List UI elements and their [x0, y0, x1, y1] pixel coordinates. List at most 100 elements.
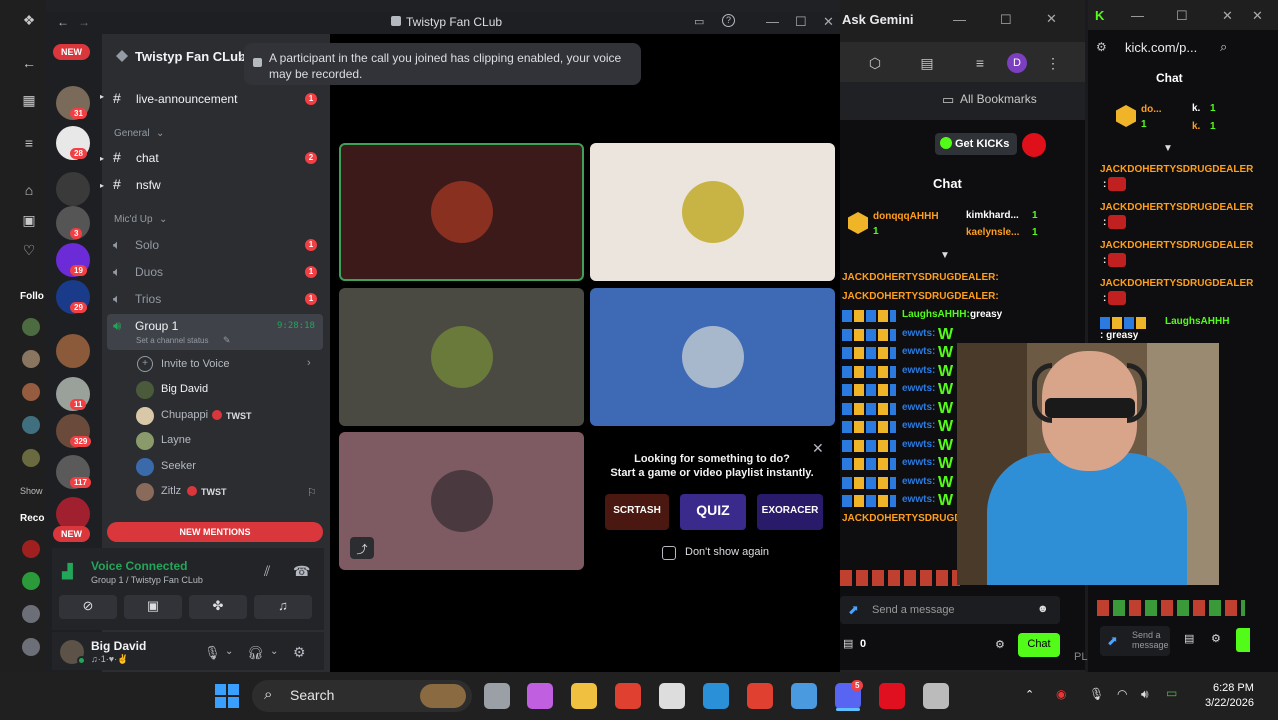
follow-avatar[interactable]	[22, 416, 40, 434]
chat-username[interactable]: ewwts:	[902, 402, 935, 413]
heart-icon[interactable]: ♡	[14, 242, 44, 259]
participant-tile[interactable]	[590, 288, 835, 426]
emoji-icon[interactable]: ☻	[1037, 603, 1049, 615]
kicks-wallet-icon[interactable]: ▤	[1184, 632, 1194, 645]
follow-avatar[interactable]	[22, 350, 40, 368]
voice-user-avatar[interactable]	[136, 483, 154, 501]
headphones-icon[interactable]: 🎧︎	[247, 645, 264, 661]
voice-user-avatar[interactable]	[136, 381, 154, 399]
top-gifter-name[interactable]: kaelynsle...	[966, 227, 1019, 238]
chat-send-button[interactable]	[1236, 628, 1250, 652]
back-arrow-icon[interactable]: ←	[57, 15, 69, 29]
microphone-icon[interactable]: 🎙︎	[204, 645, 221, 661]
chat-username[interactable]: JACKDOHERTYSDRUGDEALER:	[842, 272, 999, 283]
app-icon[interactable]: ❖	[14, 12, 44, 29]
all-bookmarks-link[interactable]: All Bookmarks	[960, 92, 1037, 106]
disconnect-icon[interactable]: ☎	[293, 563, 310, 580]
voice-connected-status[interactable]: Voice Connected	[91, 559, 187, 573]
show-more-link[interactable]: Show	[20, 486, 43, 496]
server-name[interactable]: Twistyp Fan CLub	[135, 49, 246, 64]
back-icon[interactable]: ←	[14, 55, 44, 71]
activities-button[interactable]: ✤	[189, 595, 247, 619]
photos-icon[interactable]	[791, 683, 817, 709]
chat-username[interactable]: ewwts:	[902, 328, 935, 339]
pencil-icon[interactable]: ✎	[223, 335, 231, 346]
follow-avatar[interactable]	[22, 318, 40, 336]
minimize-icon[interactable]: —	[766, 14, 779, 29]
camera-off-button[interactable]: ⊘	[59, 595, 117, 619]
top-gifter-name[interactable]: k.	[1192, 103, 1200, 114]
voice-location[interactable]: Group 1 / Twistyp Fan CLub	[91, 575, 203, 585]
invite-to-voice[interactable]: Invite to Voice	[161, 358, 230, 370]
server-icon[interactable]	[56, 172, 90, 206]
chat-username[interactable]: JACKDOHERTYSDRUGDEALER	[1100, 202, 1253, 213]
store-icon[interactable]	[659, 683, 685, 709]
chat-username[interactable]: ewwts:	[902, 346, 935, 357]
menu-icon[interactable]: ≡	[14, 135, 44, 151]
close-icon[interactable]: ✕	[1046, 11, 1057, 27]
copilot-icon[interactable]	[527, 683, 553, 709]
noise-suppression-icon[interactable]: ⫽	[264, 563, 270, 580]
channel-chat[interactable]: chat	[136, 151, 159, 165]
volume-icon[interactable]: 🔊︎	[1141, 687, 1149, 702]
microphone-icon[interactable]: 🎙︎	[1089, 687, 1104, 701]
participant-tile-speaking[interactable]	[339, 143, 584, 281]
emote-icon[interactable]: ⬈	[1107, 633, 1118, 649]
rec-avatar[interactable]	[22, 540, 40, 558]
activity-card[interactable]: QUIZ	[680, 494, 746, 530]
tab-search-icon[interactable]: ▤	[912, 55, 942, 72]
rec-avatar[interactable]	[22, 605, 40, 623]
rec-avatar[interactable]	[22, 638, 40, 656]
send-message-input[interactable]: Send a message	[840, 596, 1060, 624]
emote-icon[interactable]: ⬈	[848, 602, 859, 618]
participant-tile[interactable]	[590, 143, 835, 281]
windows-start-icon[interactable]	[215, 684, 239, 708]
close-icon[interactable]: ✕	[823, 14, 834, 30]
top-gifter-name[interactable]: kimkhard...	[966, 210, 1019, 221]
chrome-profile-icon[interactable]	[747, 683, 773, 709]
media-control-icon[interactable]: ≡	[965, 55, 995, 71]
chat-username[interactable]: JACKDOHERTYSDRUGDEALER	[1100, 240, 1253, 251]
user-name[interactable]: Big David	[91, 639, 146, 653]
obs-icon[interactable]	[923, 683, 949, 709]
server-icon[interactable]	[56, 334, 90, 368]
kicks-wallet-icon[interactable]: ▤	[843, 637, 853, 650]
close-icon[interactable]: ✕	[1222, 8, 1233, 24]
system-clock[interactable]: 6:28 PM 3/22/2026	[1205, 681, 1254, 711]
soundboard-button[interactable]: ♫	[254, 595, 312, 619]
minimize-icon[interactable]: —	[953, 12, 966, 27]
collapse-chevron-icon[interactable]: ▼	[940, 250, 950, 261]
chat-username[interactable]: ewwts:	[902, 420, 935, 431]
top-gifter-name[interactable]: do...	[1141, 104, 1162, 115]
opera-icon[interactable]	[879, 683, 905, 709]
activity-card[interactable]: SCRTASH	[605, 494, 669, 530]
chevron-down-icon[interactable]: ⌄	[270, 646, 278, 657]
channel-group1[interactable]: Group 1	[135, 319, 178, 333]
voice-user-avatar[interactable]	[136, 457, 154, 476]
dont-show-checkbox[interactable]	[662, 546, 676, 560]
url-bar[interactable]: kick.com/p...	[1125, 40, 1197, 55]
voice-user-name[interactable]: Zitlz	[161, 485, 181, 497]
edge-icon[interactable]	[703, 683, 729, 709]
settings-gear-icon[interactable]: ⚙	[995, 638, 1005, 651]
file-explorer-icon[interactable]	[571, 683, 597, 709]
extension-icon[interactable]: ⬡	[860, 55, 890, 72]
help-icon[interactable]: ?	[722, 14, 735, 27]
channel-duos[interactable]: Duos	[135, 265, 163, 279]
collapse-chevron-icon[interactable]: ▼	[1163, 143, 1173, 154]
follow-avatar[interactable]	[22, 449, 40, 467]
category-micd-up[interactable]: Mic'd Up	[114, 214, 153, 225]
task-view-icon[interactable]	[484, 683, 510, 709]
chat-username[interactable]: ewwts:	[902, 439, 935, 450]
zoom-search-icon[interactable]: ⌕	[1220, 39, 1227, 55]
participant-tile[interactable]	[339, 432, 584, 570]
search-highlight-image[interactable]	[420, 684, 466, 708]
settings-gear-icon[interactable]: ⚙	[1211, 632, 1221, 645]
chat-username[interactable]: LaughsAHHH:	[902, 309, 970, 320]
chat-username[interactable]: ewwts:	[902, 476, 935, 487]
channel-nsfw[interactable]: nsfw	[136, 178, 161, 192]
settings-gear-icon[interactable]: ⚙	[293, 644, 306, 661]
voice-user-name[interactable]: Layne	[161, 434, 191, 446]
chat-username[interactable]: ewwts:	[902, 383, 935, 394]
chat-username[interactable]: JACKDOHERTYSDRUGDE	[842, 513, 968, 524]
